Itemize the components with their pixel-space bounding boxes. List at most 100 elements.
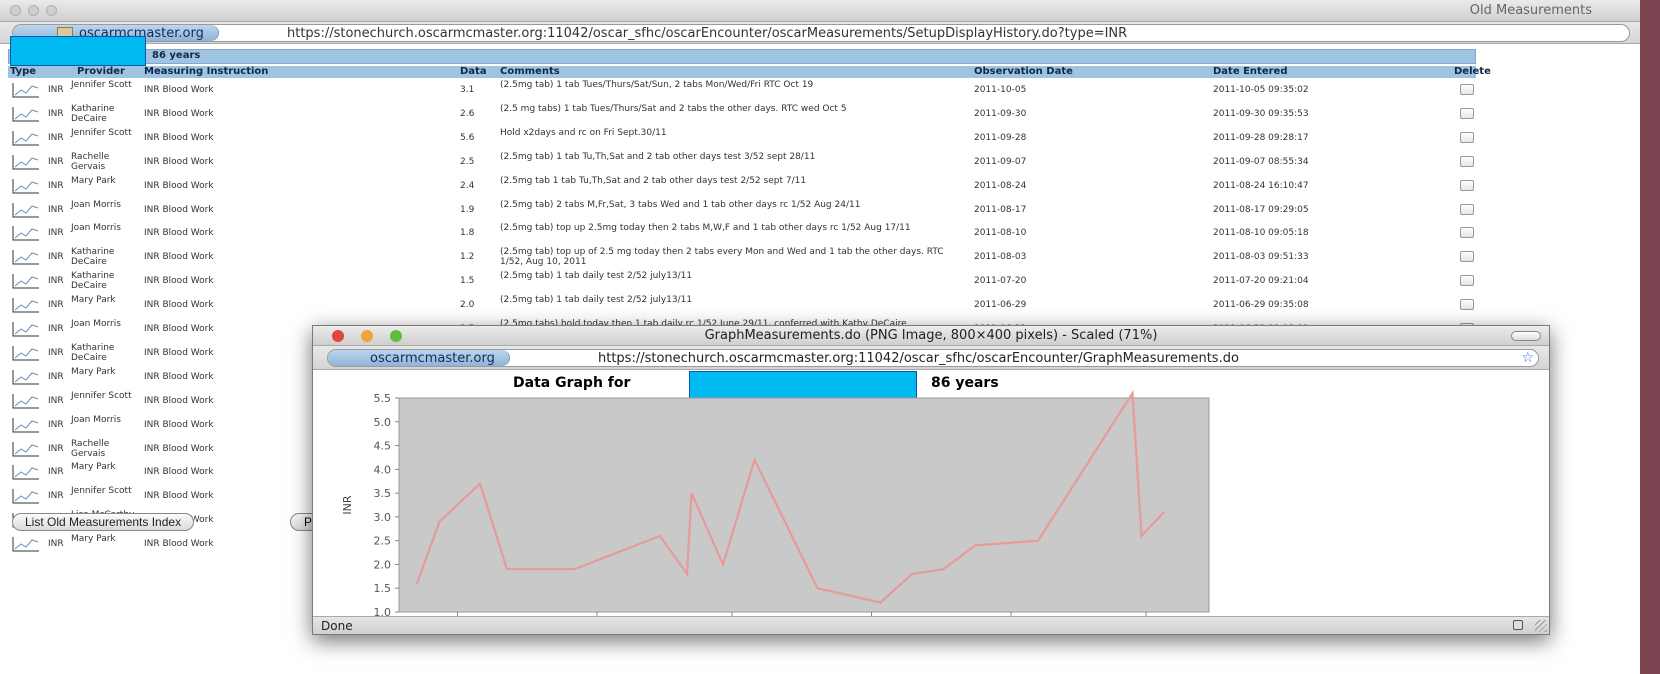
- zoom-window-button[interactable]: [46, 5, 57, 16]
- delete-checkbox[interactable]: [1460, 132, 1474, 143]
- y-tick-label: 2.0: [374, 558, 392, 571]
- date-entered-cell: 2011-07-20 09:21:04: [1213, 276, 1309, 286]
- graph-icon[interactable]: [12, 488, 40, 504]
- patient-header-bar: [8, 49, 1476, 64]
- popup-title: GraphMeasurements.do (PNG Image, 800×400…: [704, 328, 1158, 343]
- instruction-cell: INR Blood Work: [144, 444, 214, 454]
- instruction-cell: INR Blood Work: [144, 467, 214, 477]
- data-cell: 3.1: [460, 85, 475, 95]
- data-point: [974, 544, 976, 547]
- provider-cell: Jennifer Scott: [71, 391, 132, 401]
- date-entered-cell: 2011-08-24 16:10:47: [1213, 181, 1309, 191]
- header-data: Data: [460, 66, 487, 77]
- graph-icon[interactable]: [12, 202, 40, 218]
- graph-icon[interactable]: [12, 369, 40, 385]
- data-point: [942, 568, 945, 570]
- type-cell: INR: [48, 372, 64, 382]
- graph-icon[interactable]: [12, 225, 40, 241]
- delete-checkbox[interactable]: [1460, 84, 1474, 95]
- graph-icon[interactable]: [12, 417, 40, 433]
- inr-line-chart: 1.01.52.02.53.03.54.04.55.05.5May-2011Ju…: [341, 389, 1210, 618]
- graph-icon[interactable]: [12, 273, 40, 289]
- graph-icon[interactable]: [12, 106, 40, 122]
- main-address-bar: oscarmcmaster.org https://stonechurch.os…: [0, 22, 1640, 44]
- delete-checkbox[interactable]: [1460, 299, 1474, 310]
- popup-status-bar: Done: [313, 616, 1549, 634]
- popup-address-field[interactable]: oscarmcmaster.org https://stonechurch.os…: [327, 349, 1539, 367]
- graph-icon[interactable]: [12, 154, 40, 170]
- observation-date-cell: 2011-08-10: [974, 228, 1027, 238]
- delete-checkbox[interactable]: [1460, 251, 1474, 262]
- date-entered-cell: 2011-09-30 09:35:53: [1213, 109, 1309, 119]
- type-cell: INR: [48, 300, 64, 310]
- delete-checkbox[interactable]: [1460, 204, 1474, 215]
- observation-date-cell: 2011-08-03: [974, 252, 1027, 262]
- y-tick-label: 3.0: [374, 511, 392, 524]
- delete-checkbox[interactable]: [1460, 108, 1474, 119]
- graph-icon[interactable]: [12, 536, 40, 552]
- graph-icon[interactable]: [12, 178, 40, 194]
- provider-cell: Rachelle Gervais: [71, 439, 110, 459]
- y-tick-label: 2.5: [374, 535, 392, 548]
- data-point: [1163, 511, 1165, 513]
- date-entered-cell: 2011-09-07 08:55:34: [1213, 157, 1309, 167]
- provider-cell: Joan Morris: [71, 415, 121, 425]
- type-cell: INR: [48, 85, 64, 95]
- observation-date-cell: 2011-10-05: [974, 85, 1027, 95]
- comments-cell: (2.5mg tab 1 tab Tu,Th,Sat and 2 tab oth…: [500, 176, 807, 186]
- address-field[interactable]: oscarmcmaster.org https://stonechurch.os…: [12, 24, 1630, 42]
- provider-cell: Rachelle Gervais: [71, 152, 110, 172]
- observation-date-cell: 2011-06-29: [974, 300, 1027, 310]
- type-cell: INR: [48, 491, 64, 501]
- minimize-window-button[interactable]: [28, 5, 39, 16]
- delete-checkbox[interactable]: [1460, 275, 1474, 286]
- toolbar-toggle-button[interactable]: [1511, 331, 1541, 341]
- delete-checkbox[interactable]: [1460, 156, 1474, 167]
- date-entered-cell: 2011-08-03 09:51:33: [1213, 252, 1309, 262]
- graph-icon[interactable]: [12, 130, 40, 146]
- type-cell: INR: [48, 276, 64, 286]
- data-point: [659, 535, 661, 537]
- observation-date-cell: 2011-09-07: [974, 157, 1027, 167]
- main-titlebar: Old Measurements: [0, 0, 1640, 22]
- close-window-button[interactable]: [10, 5, 21, 16]
- bookmark-star-icon[interactable]: ☆: [1521, 350, 1534, 366]
- graph-icon[interactable]: [12, 249, 40, 265]
- url-text[interactable]: https://stonechurch.oscarmcmaster.org:11…: [287, 25, 1127, 41]
- y-tick-label: 3.5: [374, 487, 392, 500]
- data-point: [816, 587, 819, 590]
- delete-checkbox[interactable]: [1460, 180, 1474, 191]
- header-provider: Provider: [77, 66, 125, 77]
- instruction-cell: INR Blood Work: [144, 420, 214, 430]
- header-observation-date: Observation Date: [974, 66, 1073, 77]
- provider-cell: Mary Park: [71, 534, 116, 544]
- data-point: [686, 573, 688, 575]
- graph-icon[interactable]: [12, 297, 40, 313]
- header-delete: Delete: [1454, 66, 1491, 77]
- popup-url-text[interactable]: https://stonechurch.oscarmcmaster.org:11…: [598, 350, 1239, 366]
- date-entered-cell: 2011-08-10 09:05:18: [1213, 228, 1309, 238]
- graph-icon[interactable]: [12, 345, 40, 361]
- list-old-measurements-index-button[interactable]: List Old Measurements Index: [12, 513, 195, 531]
- provider-cell: Joan Morris: [71, 223, 121, 233]
- observation-date-cell: 2011-08-24: [974, 181, 1027, 191]
- data-point: [690, 492, 693, 494]
- table-row: INR Rachelle Gervais INR Blood Work 2.5 (2.5…: [8, 150, 1476, 173]
- graph-icon[interactable]: [12, 82, 40, 98]
- status-text: Done: [321, 619, 353, 633]
- graph-icon[interactable]: [12, 441, 40, 457]
- graph-icon[interactable]: [12, 393, 40, 409]
- graph-icon[interactable]: [12, 321, 40, 337]
- provider-cell: Katharine DeCaire: [71, 247, 115, 267]
- delete-checkbox[interactable]: [1460, 227, 1474, 238]
- graph-icon[interactable]: [12, 464, 40, 480]
- y-tick-label: 4.0: [374, 463, 392, 476]
- observation-date-cell: 2011-09-28: [974, 133, 1027, 143]
- type-cell: INR: [48, 157, 64, 167]
- resize-grip-icon[interactable]: [1535, 620, 1547, 632]
- popup-site-identity-button[interactable]: oscarmcmaster.org: [328, 350, 510, 366]
- instruction-cell: INR Blood Work: [144, 372, 214, 382]
- data-point: [506, 568, 508, 570]
- type-cell: INR: [48, 133, 64, 143]
- comments-cell: (2.5mg tab) 2 tabs M,Fr,Sat, 3 tabs Wed …: [500, 200, 861, 210]
